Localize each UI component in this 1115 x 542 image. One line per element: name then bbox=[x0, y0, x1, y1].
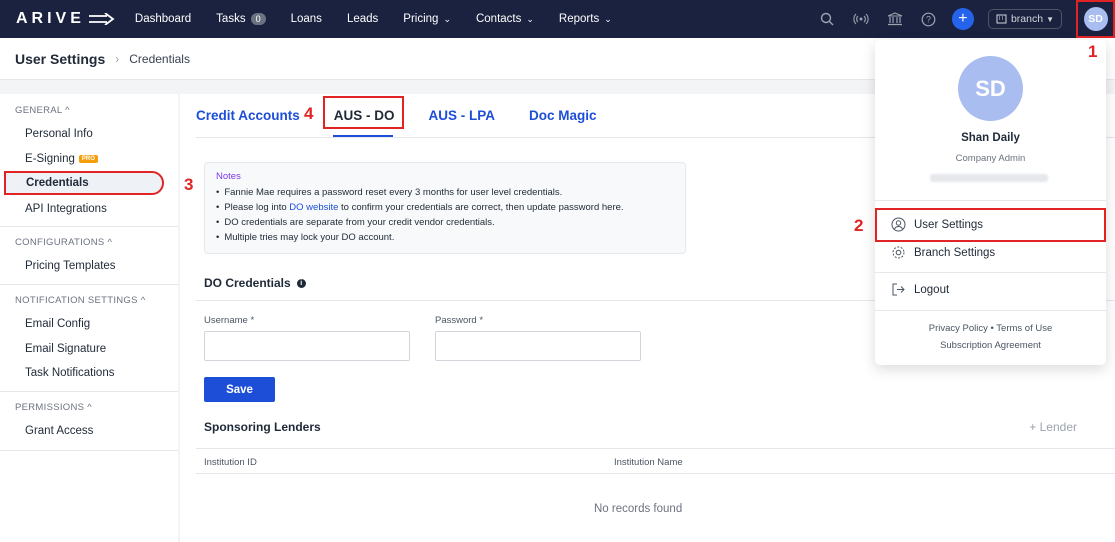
notes-box: Notes Fannie Mae requires a password res… bbox=[204, 162, 686, 254]
list-item: Please log into DO website to confirm yo… bbox=[216, 200, 674, 215]
sidebar-item-email-signature[interactable]: Email Signature bbox=[25, 343, 106, 355]
logout-icon bbox=[892, 283, 905, 296]
column-header-institution-name[interactable]: Institution Name bbox=[614, 457, 683, 468]
username-label: Username * bbox=[204, 315, 255, 326]
page-title[interactable]: User Settings bbox=[15, 51, 105, 67]
gear-icon bbox=[892, 246, 905, 259]
chevron-right-icon: › bbox=[115, 51, 120, 66]
sidebar-item-email-config[interactable]: Email Config bbox=[25, 318, 90, 330]
divider bbox=[0, 226, 178, 227]
user-gear-icon bbox=[891, 217, 906, 232]
annotation-number-1: 1 bbox=[1088, 42, 1098, 61]
avatar: SD bbox=[958, 56, 1023, 121]
sidebar-item-api-integrations[interactable]: API Integrations bbox=[25, 203, 107, 215]
user-avatar-button[interactable]: SD bbox=[1076, 0, 1115, 38]
svg-text:?: ? bbox=[926, 14, 931, 24]
sponsoring-lenders-title: Sponsoring Lenders bbox=[204, 420, 321, 434]
chevron-down-icon: ⌄ bbox=[443, 13, 451, 24]
nav-loans[interactable]: Loans bbox=[291, 13, 322, 25]
password-label: Password * bbox=[435, 315, 484, 326]
top-nav: ARIVE Dashboard Tasks 0 Loans Leads Prici… bbox=[0, 0, 1115, 38]
sidebar-group-configurations[interactable]: CONFIGURATIONS ^ bbox=[15, 237, 112, 248]
branch-selector[interactable]: branch ▼ bbox=[987, 9, 1062, 29]
broadcast-icon[interactable] bbox=[850, 8, 872, 30]
divider bbox=[0, 391, 178, 392]
sidebar: GENERAL ^ Personal Info E-Signing PRO Cre… bbox=[0, 94, 178, 542]
sidebar-group-permissions[interactable]: PERMISSIONS ^ bbox=[15, 402, 92, 413]
sidebar-item-task-notifications[interactable]: Task Notifications bbox=[25, 367, 114, 379]
nav-reports[interactable]: Reports ⌄ bbox=[559, 13, 612, 25]
user-email-redacted bbox=[930, 174, 1048, 182]
nav-tasks[interactable]: Tasks 0 bbox=[216, 13, 266, 25]
sidebar-group-general[interactable]: GENERAL ^ bbox=[15, 105, 70, 116]
legal-links[interactable]: Privacy Policy • Terms of Use bbox=[875, 323, 1106, 334]
user-name: Shan Daily bbox=[961, 132, 1020, 144]
breadcrumb-current: Credentials bbox=[129, 51, 190, 66]
sidebar-item-credentials[interactable]: Credentials bbox=[4, 171, 164, 195]
annotation-number-4: 4 bbox=[304, 104, 314, 123]
nav-pricing[interactable]: Pricing ⌄ bbox=[403, 13, 451, 25]
info-icon[interactable]: i bbox=[296, 278, 306, 288]
divider bbox=[875, 200, 1106, 201]
divider bbox=[196, 448, 1115, 449]
search-icon[interactable] bbox=[816, 8, 838, 30]
divider bbox=[875, 272, 1106, 273]
pro-badge: PRO bbox=[78, 154, 98, 163]
do-credentials-title: DO Credentials i bbox=[204, 276, 306, 290]
menu-item-user-settings[interactable]: User Settings bbox=[891, 217, 983, 232]
divider bbox=[0, 284, 178, 285]
help-icon[interactable]: ? bbox=[918, 8, 940, 30]
sidebar-item-personal-info[interactable]: Personal Info bbox=[25, 128, 93, 140]
sidebar-item-pricing-templates[interactable]: Pricing Templates bbox=[25, 260, 116, 272]
tab-bar: Credit Accounts AUS - DO AUS - LPA Doc M… bbox=[196, 94, 631, 137]
plus-icon: + bbox=[958, 10, 968, 27]
add-new-button[interactable]: + bbox=[951, 8, 974, 30]
user-menu-dropdown: SD Shan Daily Company Admin User Setting… bbox=[875, 40, 1106, 365]
tab-doc-magic[interactable]: Doc Magic bbox=[529, 108, 597, 123]
menu-item-logout[interactable]: Logout bbox=[891, 282, 949, 297]
sidebar-item-grant-access[interactable]: Grant Access bbox=[25, 425, 93, 437]
menu-item-branch-settings[interactable]: Branch Settings bbox=[891, 245, 995, 260]
logo-arrow-icon bbox=[88, 13, 115, 25]
nav-dashboard[interactable]: Dashboard bbox=[135, 13, 191, 25]
tab-aus-lpa[interactable]: AUS - LPA bbox=[429, 108, 496, 123]
password-field[interactable] bbox=[435, 331, 641, 361]
list-item: Multiple tries may lock your DO account. bbox=[216, 230, 674, 245]
chevron-down-icon: ⌄ bbox=[526, 13, 534, 24]
sidebar-group-notification-settings[interactable]: NOTIFICATION SETTINGS ^ bbox=[15, 295, 145, 306]
empty-state-text: No records found bbox=[594, 503, 683, 515]
caret-down-icon: ▼ bbox=[1046, 14, 1054, 24]
divider bbox=[875, 310, 1106, 311]
username-field[interactable] bbox=[204, 331, 410, 361]
user-role: Company Admin bbox=[955, 153, 1026, 164]
tasks-count-badge: 0 bbox=[250, 13, 266, 25]
list-item: DO credentials are separate from your cr… bbox=[216, 215, 674, 230]
building-icon bbox=[996, 14, 1007, 24]
active-tab-highlight bbox=[323, 96, 404, 129]
column-header-institution-id[interactable]: Institution ID bbox=[204, 457, 257, 468]
annotation-number-3: 3 bbox=[184, 175, 194, 194]
tab-credit-accounts[interactable]: Credit Accounts bbox=[196, 108, 300, 123]
notes-title: Notes bbox=[216, 171, 241, 182]
avatar: SD bbox=[1083, 7, 1108, 31]
do-website-link[interactable]: DO website bbox=[289, 202, 338, 213]
divider bbox=[0, 450, 178, 451]
list-item: Fannie Mae requires a password reset eve… bbox=[216, 185, 674, 200]
arive-logo[interactable]: ARIVE bbox=[16, 10, 115, 28]
nav-leads[interactable]: Leads bbox=[347, 13, 378, 25]
notes-list: Fannie Mae requires a password reset eve… bbox=[216, 185, 674, 245]
sidebar-item-e-signing[interactable]: E-Signing PRO bbox=[25, 153, 98, 165]
add-lender-button[interactable]: + Lender bbox=[1029, 420, 1077, 434]
nav-contacts[interactable]: Contacts ⌄ bbox=[476, 13, 534, 25]
chevron-down-icon: ⌄ bbox=[604, 13, 612, 24]
subscription-agreement-link[interactable]: Subscription Agreement bbox=[875, 340, 1106, 351]
divider bbox=[196, 473, 1115, 474]
save-button[interactable]: Save bbox=[204, 377, 275, 402]
annotation-number-2: 2 bbox=[854, 216, 864, 235]
bank-icon[interactable] bbox=[884, 8, 906, 30]
